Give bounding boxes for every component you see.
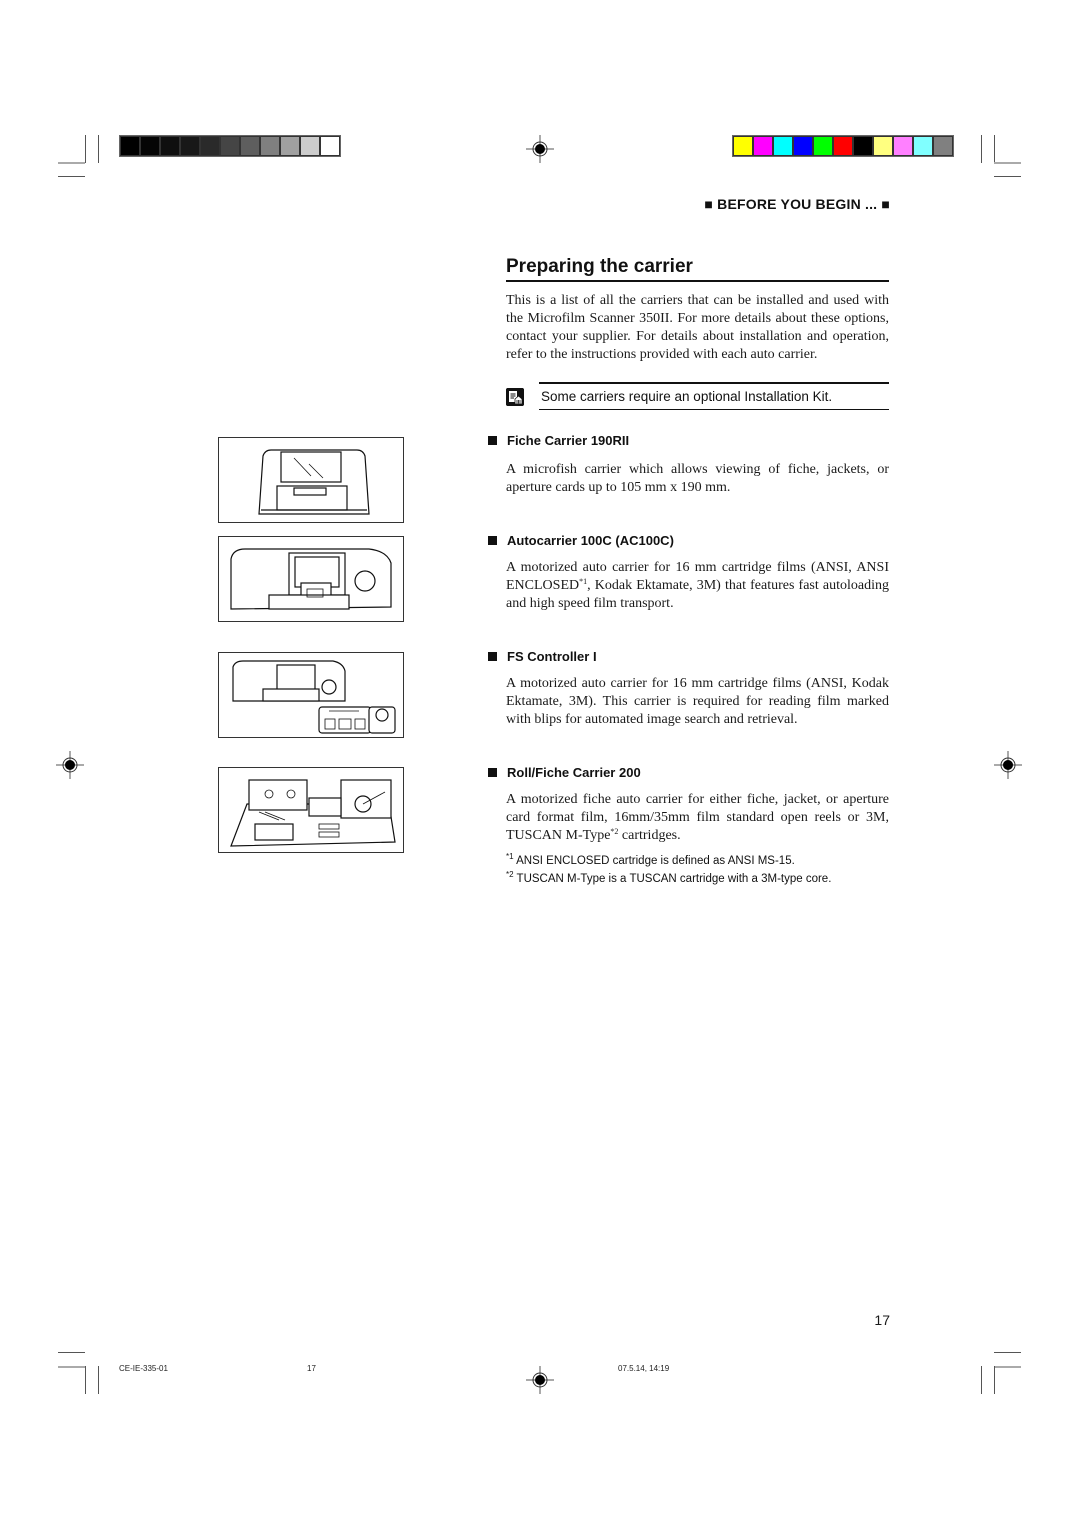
- doc-code: CE-IE-335-01: [119, 1364, 168, 1373]
- fiche-carrier-illustration: [218, 437, 404, 523]
- carrier-heading: Autocarrier 100C (AC100C): [488, 533, 674, 548]
- carrier-name: Autocarrier 100C (AC100C): [507, 533, 674, 548]
- calibration-swatch: [181, 137, 199, 155]
- carrier-name: FS Controller I: [507, 649, 597, 664]
- calibration-swatch: [261, 137, 279, 155]
- calibration-swatch: [221, 137, 239, 155]
- grayscale-calibration-bar: [119, 135, 341, 157]
- calibration-swatch: [754, 137, 772, 155]
- bullet-square-icon: [488, 768, 497, 777]
- bullet-square-icon: [488, 652, 497, 661]
- intro-paragraph: This is a list of all the carriers that …: [506, 293, 889, 362]
- carrier-description: A motorized auto carrier for 16 mm cartr…: [506, 559, 889, 613]
- calibration-swatch: [794, 137, 812, 155]
- color-calibration-bar: [732, 135, 954, 157]
- memo-icon: [506, 388, 524, 406]
- description-text: A motorized fiche auto carrier for eithe…: [506, 792, 889, 843]
- carrier-description: A microfish carrier which allows viewing…: [506, 462, 889, 495]
- roll-fiche-carrier-illustration: [218, 767, 404, 853]
- calibration-swatch: [121, 137, 139, 155]
- calibration-swatch: [934, 137, 952, 155]
- bullet-square-icon: [488, 436, 497, 445]
- calibration-swatch: [734, 137, 752, 155]
- calibration-swatch: [854, 137, 872, 155]
- carrier-name: Fiche Carrier 190RII: [507, 433, 630, 448]
- calibration-swatch: [834, 137, 852, 155]
- slug-page: 17: [307, 1364, 316, 1373]
- autocarrier-illustration: [218, 536, 404, 622]
- calibration-swatch: [894, 137, 912, 155]
- divider: [539, 409, 889, 410]
- footnote-mark: *2: [506, 870, 514, 879]
- registration-crosshair-icon: [526, 135, 554, 163]
- registration-crosshair-icon: [994, 751, 1022, 779]
- calibration-swatch: [301, 137, 319, 155]
- calibration-swatch: [141, 137, 159, 155]
- calibration-swatch: [774, 137, 792, 155]
- footnote-ref: *1: [579, 577, 588, 586]
- page-number: 17: [874, 1312, 890, 1328]
- slug-timestamp: 07.5.14, 14:19: [618, 1364, 670, 1373]
- carrier-heading: Fiche Carrier 190RII: [488, 433, 629, 448]
- calibration-swatch: [201, 137, 219, 155]
- note-text: Some carriers require an optional Instal…: [541, 389, 833, 404]
- footnote-text: TUSCAN M-Type is a TUSCAN cartridge with…: [513, 873, 832, 885]
- fs-controller-illustration: [218, 652, 404, 738]
- footnote-mark: *1: [506, 852, 514, 861]
- calibration-swatch: [281, 137, 299, 155]
- registration-crosshair-icon: [526, 1366, 554, 1394]
- carrier-heading: Roll/Fiche Carrier 200: [488, 765, 641, 780]
- footnote-text: ANSI ENCLOSED cartridge is defined as AN…: [513, 855, 795, 867]
- calibration-swatch: [161, 137, 179, 155]
- carrier-heading: FS Controller I: [488, 649, 597, 664]
- calibration-swatch: [874, 137, 892, 155]
- page-title: Preparing the carrier: [506, 256, 889, 282]
- footnote: *2 TUSCAN M-Type is a TUSCAN cartridge w…: [506, 870, 896, 886]
- calibration-swatch: [321, 137, 339, 155]
- note-box: Some carriers require an optional Instal…: [506, 382, 889, 410]
- divider: [539, 382, 889, 384]
- registration-crosshair-icon: [56, 751, 84, 779]
- description-text: cartridges.: [618, 828, 681, 843]
- footnote: *1 ANSI ENCLOSED cartridge is defined as…: [506, 852, 896, 868]
- calibration-swatch: [814, 137, 832, 155]
- carrier-name: Roll/Fiche Carrier 200: [507, 765, 641, 780]
- section-tag: ■ BEFORE YOU BEGIN ... ■: [704, 196, 890, 212]
- carrier-description: A motorized auto carrier for 16 mm cartr…: [506, 676, 889, 727]
- bullet-square-icon: [488, 536, 497, 545]
- carrier-description: A motorized fiche auto carrier for eithe…: [506, 791, 889, 845]
- calibration-swatch: [241, 137, 259, 155]
- calibration-swatch: [914, 137, 932, 155]
